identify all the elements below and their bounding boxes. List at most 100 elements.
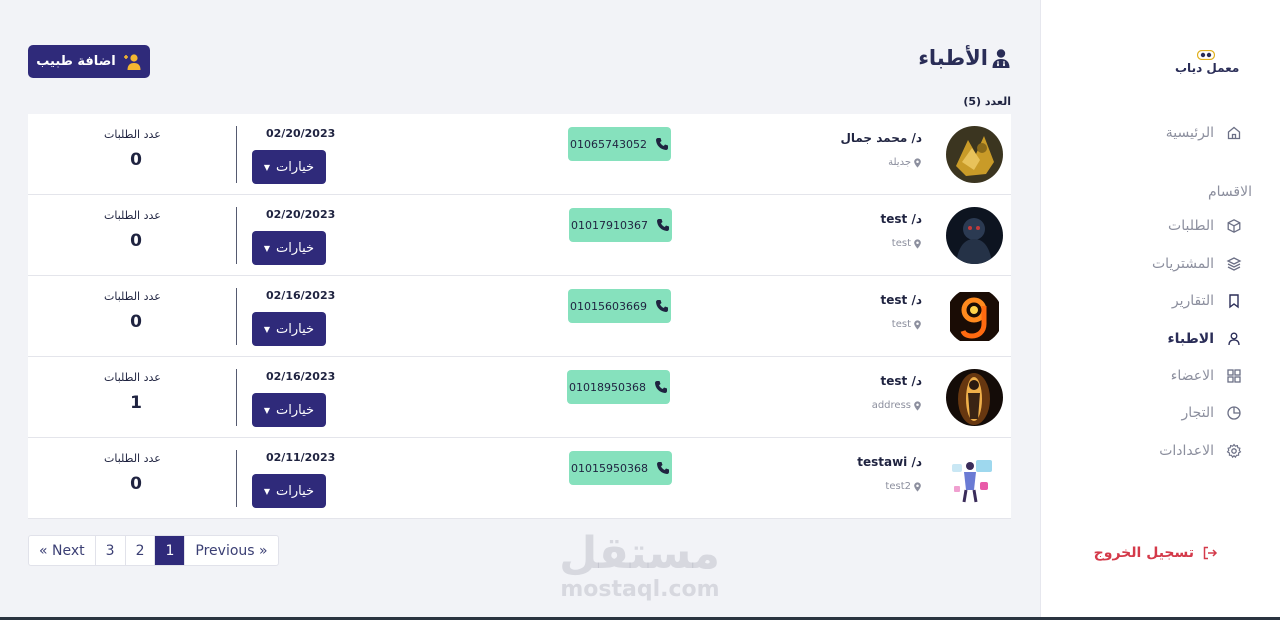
phone-button[interactable]: 01065743052 xyxy=(568,127,671,161)
options-dropdown[interactable]: ▼ خيارات xyxy=(252,312,326,346)
logout-icon xyxy=(1203,546,1218,560)
logo-mark-icon xyxy=(1197,50,1215,60)
phone-number: 01017910367 xyxy=(571,218,648,232)
doctor-name[interactable]: د/ test xyxy=(881,212,922,226)
options-dropdown[interactable]: ▼ خيارات xyxy=(252,393,326,427)
brand-logo[interactable]: معمل دياب xyxy=(1175,50,1240,80)
table-row: د/ test test 01017910367 02/20/2023 ▼ خي… xyxy=(28,195,1011,276)
created-date: 02/20/2023 xyxy=(266,127,336,140)
sidebar-item-label: الرئيسية xyxy=(1165,125,1214,141)
avatar[interactable] xyxy=(946,288,1003,345)
sidebar-item-settings[interactable]: الاعدادات xyxy=(1159,439,1242,463)
orders-count: 0 xyxy=(130,474,142,494)
phone-button[interactable]: 01018950368 xyxy=(567,370,670,404)
pagination-previous[interactable]: Previous » xyxy=(185,536,277,565)
logout-label: تسجيل الخروج xyxy=(1093,545,1194,561)
options-label: خيارات xyxy=(276,483,315,499)
chevron-down-icon: ▼ xyxy=(263,486,271,496)
doctors-count: العدد (5) xyxy=(963,95,1011,108)
location-pin-icon xyxy=(914,157,921,168)
sidebar-item-orders[interactable]: الطلبات xyxy=(1168,214,1242,238)
orders-count: 1 xyxy=(130,393,142,413)
doctor-name[interactable]: د/ testawi xyxy=(857,455,922,469)
phone-icon xyxy=(656,462,669,474)
layers-icon xyxy=(1226,257,1242,271)
pagination-next[interactable]: « Next xyxy=(29,536,96,565)
divider xyxy=(236,369,237,426)
sidebar-item-reports[interactable]: التقارير xyxy=(1172,289,1242,313)
doctor-address-text: test2 xyxy=(885,481,911,492)
sidebar-item-label: التقارير xyxy=(1171,293,1214,309)
table-row: د/ محمد جمال جديلة 01065743052 02/20/202… xyxy=(28,114,1011,195)
phone-icon xyxy=(656,219,669,231)
phone-button[interactable]: 01017910367 xyxy=(569,208,672,242)
chevron-down-icon: ▼ xyxy=(263,243,271,253)
brand-name: معمل دياب xyxy=(1175,61,1240,75)
pagination-page[interactable]: 2 xyxy=(126,536,156,565)
location-pin-icon xyxy=(914,319,921,330)
options-dropdown[interactable]: ▼ خيارات xyxy=(252,150,326,184)
phone-icon xyxy=(655,138,668,150)
options-label: خيارات xyxy=(276,402,315,418)
doctors-table: د/ محمد جمال جديلة 01065743052 02/20/202… xyxy=(28,114,1011,519)
orders-label: عدد الطلبات xyxy=(104,371,161,384)
add-user-icon xyxy=(123,53,141,70)
user-icon xyxy=(1228,332,1240,346)
divider xyxy=(236,207,237,264)
created-date: 02/16/2023 xyxy=(266,370,336,383)
chevron-down-icon: ▼ xyxy=(263,405,271,415)
home-icon xyxy=(1227,126,1241,140)
watermark-arabic: مستقل xyxy=(559,528,720,579)
doctor-address: test xyxy=(892,319,922,330)
divider xyxy=(236,126,237,183)
avatar[interactable] xyxy=(946,126,1003,183)
phone-number: 01015603669 xyxy=(570,299,647,313)
doctor-address-text: test xyxy=(891,238,911,249)
add-doctor-label: اضافة طبيب xyxy=(36,54,116,69)
doctor-name[interactable]: د/ test xyxy=(881,374,922,388)
avatar[interactable] xyxy=(946,207,1003,264)
orders-count: 0 xyxy=(130,150,142,170)
options-label: خيارات xyxy=(276,159,315,175)
doctor-address: test xyxy=(892,238,922,249)
pagination-page-active[interactable]: 1 xyxy=(155,536,186,565)
sidebar: معمل دياب الرئيسية الاقسام الطلبات المشت… xyxy=(1040,0,1280,620)
sidebar-item-members[interactable]: الاعضاء xyxy=(1171,364,1242,388)
pie-chart-icon xyxy=(1227,406,1241,420)
created-date: 02/11/2023 xyxy=(266,451,336,464)
options-label: خيارات xyxy=(276,240,315,256)
gear-icon xyxy=(1226,443,1242,459)
pagination-page[interactable]: 3 xyxy=(96,536,126,565)
sidebar-item-purchases[interactable]: المشتريات xyxy=(1152,252,1242,276)
orders-label: عدد الطلبات xyxy=(104,128,161,141)
grid-icon xyxy=(1227,369,1241,383)
options-dropdown[interactable]: ▼ خيارات xyxy=(252,474,326,508)
location-pin-icon xyxy=(914,238,921,249)
avatar-image xyxy=(946,369,1003,426)
watermark-latin: mostaql.com xyxy=(560,577,720,602)
add-doctor-button[interactable]: اضافة طبيب xyxy=(28,45,150,78)
doctor-address: address xyxy=(872,400,922,411)
sidebar-item-doctors[interactable]: الاطباء xyxy=(1167,327,1242,351)
phone-number: 01018950368 xyxy=(569,380,646,394)
doctor-address: جديلة xyxy=(888,157,922,168)
phone-button[interactable]: 01015603669 xyxy=(568,289,671,323)
chevron-down-icon: ▼ xyxy=(263,324,271,334)
sidebar-item-home[interactable]: الرئيسية xyxy=(1166,121,1242,145)
phone-button[interactable]: 01015950368 xyxy=(569,451,672,485)
orders-count: 0 xyxy=(130,312,142,332)
options-dropdown[interactable]: ▼ خيارات xyxy=(252,231,326,265)
logout-button[interactable]: تسجيل الخروج xyxy=(1094,545,1218,561)
page-title: الأطباء xyxy=(918,46,1012,70)
avatar[interactable] xyxy=(946,369,1003,426)
sidebar-item-label: الاطباء xyxy=(1167,331,1214,347)
avatar-image xyxy=(946,450,1003,507)
doctor-name[interactable]: د/ محمد جمال xyxy=(840,131,922,145)
location-pin-icon xyxy=(914,481,921,492)
location-pin-icon xyxy=(914,400,921,411)
table-row: د/ test address 01018950368 02/16/2023 ▼… xyxy=(28,357,1011,438)
sidebar-item-merchants[interactable]: التجار xyxy=(1182,401,1242,425)
avatar-image xyxy=(946,288,1003,345)
avatar[interactable] xyxy=(946,450,1003,507)
doctor-name[interactable]: د/ test xyxy=(881,293,922,307)
